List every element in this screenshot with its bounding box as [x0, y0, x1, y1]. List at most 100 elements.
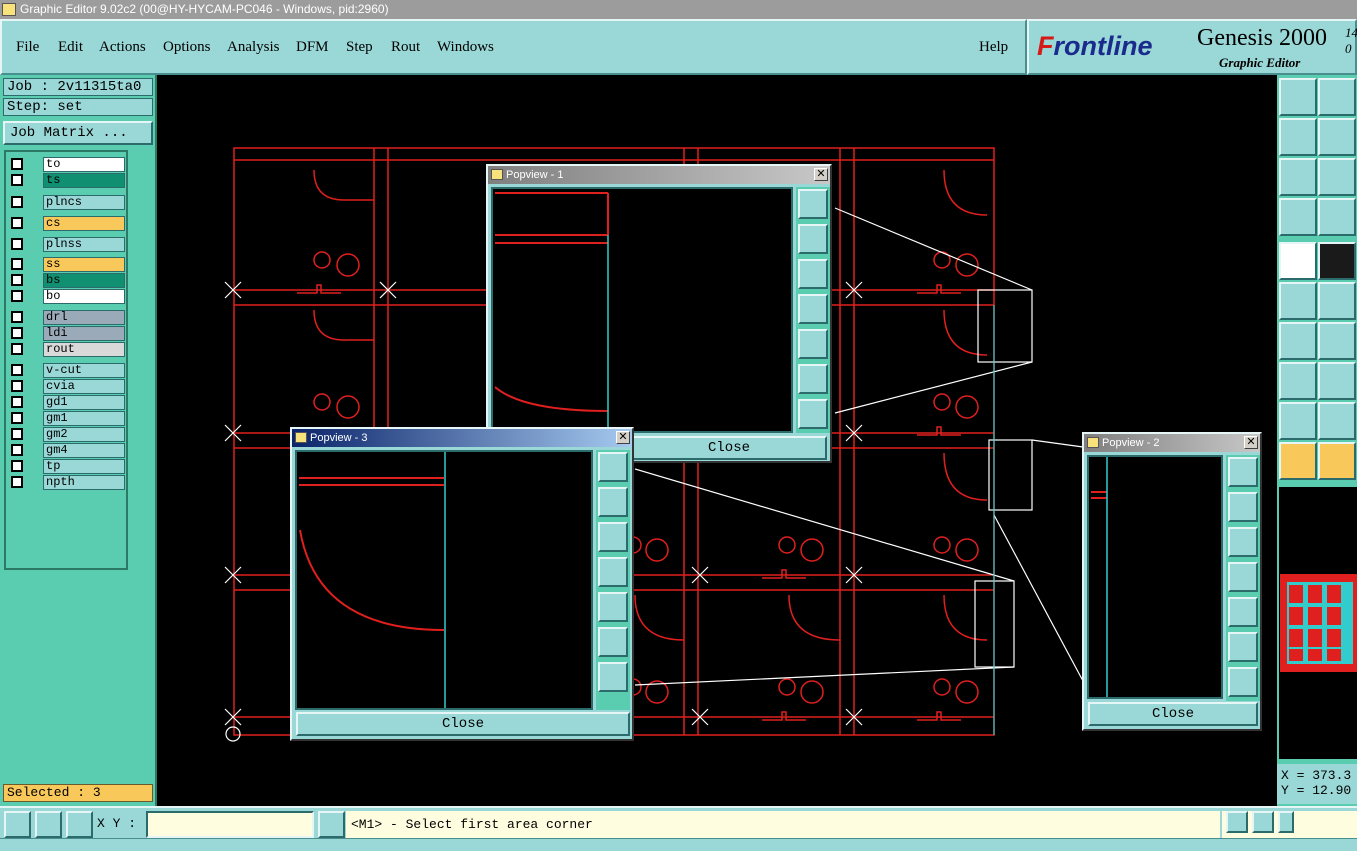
layer-name[interactable]: bo: [43, 289, 125, 304]
job-matrix-button[interactable]: Job Matrix ...: [3, 121, 153, 145]
snap-icon[interactable]: [1318, 198, 1356, 236]
layer-checkbox[interactable]: [11, 311, 23, 323]
layer-checkbox[interactable]: [11, 158, 23, 170]
layer-name[interactable]: rout: [43, 342, 125, 357]
menu-options[interactable]: Options: [163, 39, 211, 56]
layer-checkbox[interactable]: [11, 327, 23, 339]
layer-name[interactable]: plnss: [43, 237, 125, 252]
layer-checkbox[interactable]: [11, 343, 23, 355]
menu-actions[interactable]: Actions: [99, 39, 146, 56]
overview-map[interactable]: [1279, 487, 1357, 759]
menu-step[interactable]: Step: [346, 39, 373, 56]
layer-checkbox[interactable]: [11, 238, 23, 250]
layer-checkbox[interactable]: [11, 196, 23, 208]
cross-icon[interactable]: [1318, 282, 1356, 320]
layer-checkbox[interactable]: [11, 258, 23, 270]
zoom-in-button[interactable]: [598, 627, 628, 657]
grid-snap-icon[interactable]: [66, 811, 93, 838]
pan-left-button[interactable]: [798, 294, 828, 324]
zoom-fit-icon[interactable]: [1279, 158, 1317, 196]
layer-checkbox[interactable]: [11, 460, 23, 472]
slash-tool-icon[interactable]: [1318, 322, 1356, 360]
menu-edit[interactable]: Edit: [58, 39, 83, 56]
drawing-mode-icon[interactable]: [1318, 242, 1356, 280]
spinner-icon[interactable]: [1278, 811, 1294, 833]
zoom-area-icon[interactable]: [4, 811, 31, 838]
select-feature-icon[interactable]: [1279, 242, 1317, 280]
triangle-tool-icon[interactable]: [1279, 402, 1317, 440]
layer-checkbox[interactable]: [11, 290, 23, 302]
layer-name[interactable]: to: [43, 157, 125, 172]
line-tool-icon[interactable]: [1279, 322, 1317, 360]
zoom-home-icon[interactable]: [1318, 158, 1356, 196]
pointer-select-icon[interactable]: [1318, 442, 1356, 480]
pan-left-button[interactable]: [1228, 562, 1258, 592]
pan-up-button[interactable]: [798, 224, 828, 254]
layer-checkbox[interactable]: [11, 174, 23, 186]
popview-2-close-button[interactable]: Close: [1088, 702, 1258, 726]
layer-name[interactable]: gm2: [43, 427, 125, 442]
popview-1-view[interactable]: [491, 187, 793, 433]
popview-2-window[interactable]: Popview - 2 ✕ Close: [1082, 432, 1262, 731]
zoom-window-button[interactable]: [598, 452, 628, 482]
menu-dfm[interactable]: DFM: [296, 39, 329, 56]
menu-help[interactable]: Help: [979, 39, 1008, 56]
zoom-in-button[interactable]: [1228, 632, 1258, 662]
layer-name[interactable]: bs: [43, 273, 125, 288]
layer-checkbox[interactable]: [11, 217, 23, 229]
pan-right-button[interactable]: [1228, 597, 1258, 627]
minus-tool-icon[interactable]: [1318, 362, 1356, 400]
help-question-icon[interactable]: [1252, 811, 1274, 833]
zoom-window-button[interactable]: [1228, 457, 1258, 487]
layer-checkbox[interactable]: [11, 364, 23, 376]
pan-right-icon[interactable]: [1318, 118, 1356, 156]
popview-3-close-button[interactable]: Close: [296, 712, 630, 736]
layer-name[interactable]: drl: [43, 310, 125, 325]
pan-left-button[interactable]: [598, 557, 628, 587]
layer-checkbox[interactable]: [11, 274, 23, 286]
layer-checkbox[interactable]: [11, 396, 23, 408]
pan-down-icon[interactable]: [1318, 78, 1356, 116]
layer-name[interactable]: ts: [43, 173, 125, 188]
menu-rout[interactable]: Rout: [391, 39, 420, 56]
popview-1-window[interactable]: Popview - 1 ✕ Close: [486, 164, 832, 463]
close-icon[interactable]: ✕: [814, 168, 828, 181]
measure-angle-icon[interactable]: [35, 811, 62, 838]
triangle-blue-tool-icon[interactable]: [1318, 402, 1356, 440]
pan-down-button[interactable]: [1228, 527, 1258, 557]
pan-right-button[interactable]: [598, 592, 628, 622]
layer-checkbox[interactable]: [11, 412, 23, 424]
menu-analysis[interactable]: Analysis: [227, 39, 280, 56]
layer-name[interactable]: ldi: [43, 326, 125, 341]
info-icon[interactable]: [318, 811, 345, 838]
close-icon[interactable]: ✕: [616, 431, 630, 444]
pointer-icon[interactable]: [1279, 442, 1317, 480]
pan-up-button[interactable]: [598, 487, 628, 517]
layer-checkbox[interactable]: [11, 428, 23, 440]
layer-name[interactable]: cs: [43, 216, 125, 231]
pan-up-button[interactable]: [1228, 492, 1258, 522]
zoom-out-button[interactable]: [598, 662, 628, 692]
measure-icon[interactable]: [1279, 198, 1317, 236]
menu-windows[interactable]: Windows: [437, 39, 494, 56]
layer-name[interactable]: gm4: [43, 443, 125, 458]
popview-3-titlebar[interactable]: Popview - 3 ✕: [292, 429, 632, 447]
zoom-window-button[interactable]: [798, 189, 828, 219]
menu-file[interactable]: File: [16, 39, 39, 56]
layer-name[interactable]: ss: [43, 257, 125, 272]
layer-checkbox[interactable]: [11, 476, 23, 488]
popview-1-close-button[interactable]: Close: [631, 436, 827, 460]
layer-name[interactable]: gd1: [43, 395, 125, 410]
popview-3-window[interactable]: Popview - 3 ✕ Close: [290, 427, 634, 741]
pan-down-button[interactable]: [598, 522, 628, 552]
layer-name[interactable]: npth: [43, 475, 125, 490]
pan-up-icon[interactable]: [1279, 78, 1317, 116]
net-icon[interactable]: [1279, 282, 1317, 320]
layer-name[interactable]: v-cut: [43, 363, 125, 378]
popview-2-view[interactable]: [1087, 455, 1223, 699]
pan-left-icon[interactable]: [1279, 118, 1317, 156]
layer-checkbox[interactable]: [11, 444, 23, 456]
layer-name[interactable]: cvia: [43, 379, 125, 394]
palette-icon[interactable]: [1226, 811, 1248, 833]
close-icon[interactable]: ✕: [1244, 436, 1258, 449]
